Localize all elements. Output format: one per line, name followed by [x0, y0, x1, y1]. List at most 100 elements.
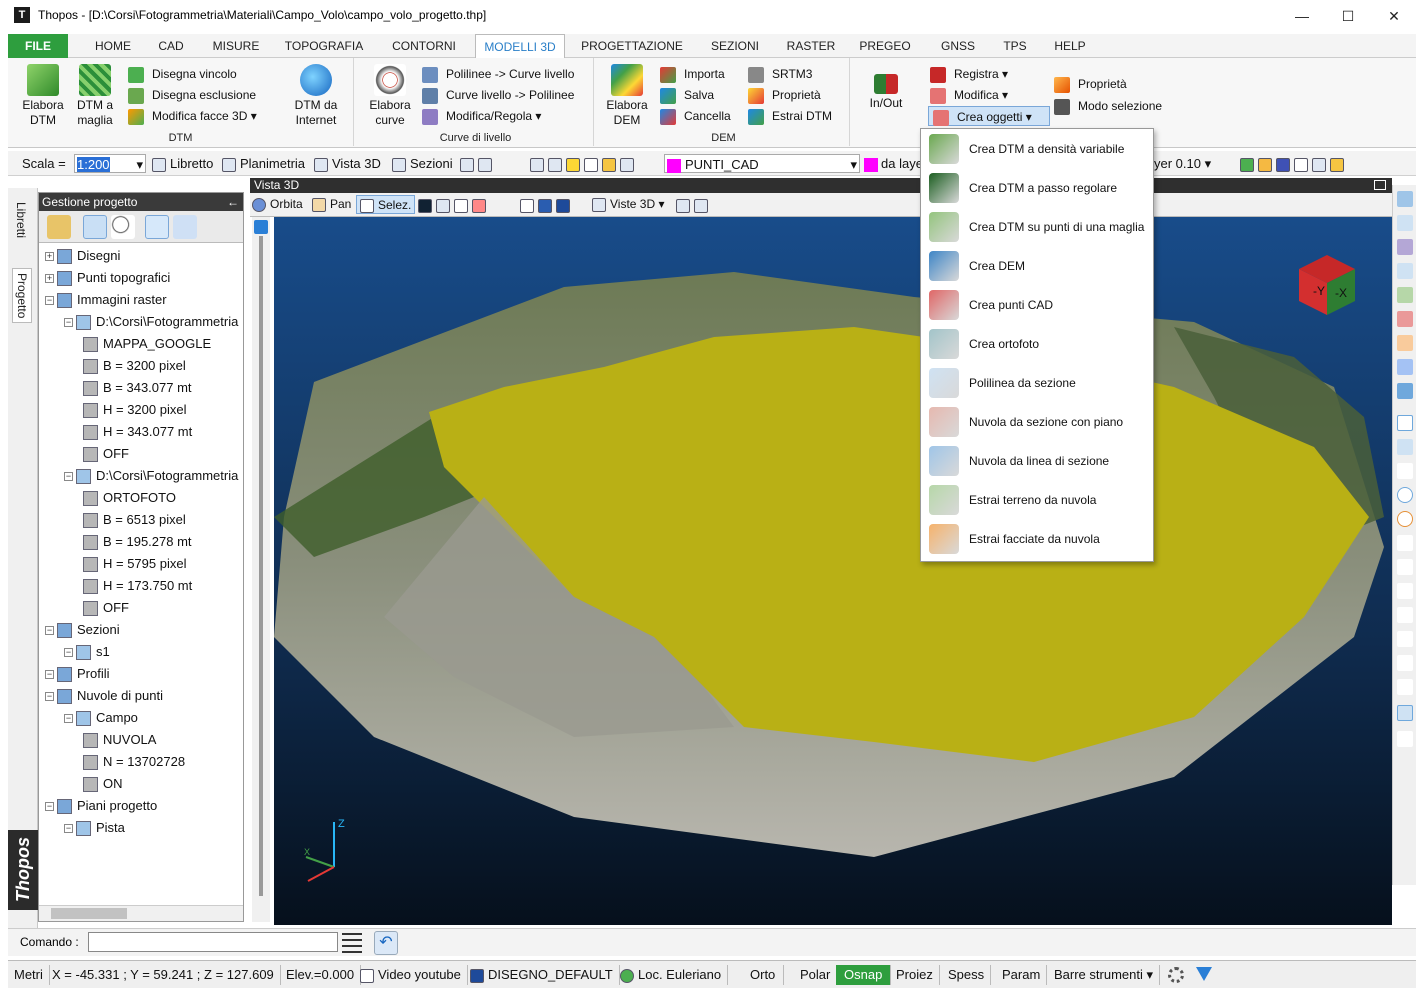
elabora-dtm-button[interactable]: Elabora DTM [16, 62, 70, 128]
history-list-icon[interactable] [342, 933, 362, 953]
loc-status[interactable]: Loc. Euleriano [620, 965, 729, 985]
perpendicular-icon[interactable] [1397, 559, 1413, 575]
filter-icon[interactable] [1196, 967, 1212, 981]
refresh-icon[interactable] [145, 215, 169, 239]
pan-hand-icon[interactable] [1397, 335, 1413, 351]
cloud-snap-icon[interactable] [1397, 705, 1413, 721]
extra-tools[interactable] [676, 195, 712, 214]
barre-strumenti-dropdown[interactable]: Barre strumenti ▾ [1048, 965, 1161, 985]
tab-libretti[interactable]: Libretti [14, 202, 28, 238]
modifica-regola-button[interactable]: Modifica/Regola ▾ [422, 106, 541, 126]
tree-node[interactable]: MAPPA_GOOGLE [83, 333, 211, 355]
tree-node[interactable]: − Profili [45, 663, 110, 685]
command-input[interactable] [88, 932, 338, 952]
intersection-icon[interactable] [1397, 535, 1413, 551]
param-toggle[interactable]: Param [996, 965, 1048, 985]
undo-icon[interactable]: ↶ [374, 931, 398, 955]
menu-item[interactable]: Crea punti CAD [923, 286, 1151, 324]
proprieta-button[interactable]: Proprietà [1054, 74, 1127, 94]
tree-node[interactable]: OFF [83, 443, 129, 465]
inout-button[interactable]: In/Out [858, 72, 914, 111]
crea-oggetti-button[interactable]: Crea oggetti ▾ [928, 106, 1050, 126]
tree-node[interactable]: B = 195.278 mt [83, 531, 192, 553]
expand-toggle-icon[interactable]: − [45, 626, 54, 636]
expand-toggle-icon[interactable]: − [45, 670, 54, 680]
menu-item[interactable]: Nuvola da sezione con piano [923, 403, 1151, 441]
edit-tree-icon[interactable] [47, 215, 71, 239]
tree-node[interactable]: OFF [83, 597, 129, 619]
line-icon[interactable] [1397, 415, 1413, 431]
expand-toggle-icon[interactable]: + [45, 252, 54, 262]
expand-toggle-icon[interactable]: − [45, 692, 54, 702]
importa-button[interactable]: Importa [660, 64, 725, 84]
salva-button[interactable]: Salva [660, 85, 714, 105]
snap-icon[interactable] [1397, 383, 1413, 399]
vista3d-button[interactable]: Vista 3D [314, 154, 381, 173]
tree-node[interactable]: + Disegni [45, 245, 120, 267]
regen-icon[interactable] [1397, 359, 1413, 375]
tree-node[interactable]: − Piani progetto [45, 795, 157, 817]
tree-node[interactable]: N = 13702728 [83, 751, 185, 773]
zoom-extents-icon[interactable] [1397, 287, 1413, 303]
menu-item[interactable]: Crea DTM su punti di una maglia [923, 208, 1151, 246]
close-button[interactable]: ✕ [1371, 0, 1417, 32]
tree-node[interactable]: B = 343.077 mt [83, 377, 192, 399]
tree-node[interactable]: ON [83, 773, 123, 795]
tab-modelli-3d[interactable]: MODELLI 3D [475, 34, 565, 58]
menu-item[interactable]: Crea DTM a passo regolare [923, 169, 1151, 207]
view-cube[interactable]: -Y -X [1299, 255, 1355, 315]
menu-item[interactable]: Polilinea da sezione [923, 364, 1151, 402]
tree-node[interactable]: H = 173.750 mt [83, 575, 192, 597]
sync-icon[interactable] [173, 215, 197, 239]
tab-help[interactable]: HELP [1046, 34, 1094, 58]
expand-toggle-icon[interactable]: − [45, 802, 54, 812]
maximize-view-icon[interactable] [1374, 180, 1386, 190]
video-youtube-link[interactable]: Video youtube [360, 965, 468, 985]
menu-item[interactable]: Crea DEM [923, 247, 1151, 285]
planimetria-button[interactable]: Planimetria [222, 154, 305, 173]
srtm3-button[interactable]: SRTM3 [748, 64, 812, 84]
disegno-status[interactable]: DISEGNO_DEFAULT [470, 965, 620, 985]
node-icon[interactable] [1397, 679, 1413, 695]
zoom-out-icon[interactable] [1397, 263, 1413, 279]
minimize-button[interactable]: — [1279, 0, 1325, 32]
polar-toggle[interactable]: Polar [792, 965, 840, 985]
parallel-icon[interactable] [1397, 631, 1413, 647]
zoom-101-icon[interactable] [1397, 239, 1413, 255]
zoom-in-icon[interactable] [1397, 215, 1413, 231]
tree-node[interactable]: − Nuvole di punti [45, 685, 163, 707]
tree-node[interactable]: NUVOLA [83, 729, 156, 751]
tree-node[interactable]: ORTOFOTO [83, 487, 176, 509]
3d-viewport[interactable]: -Y -X Z X [274, 217, 1392, 925]
select-tree-icon[interactable] [83, 215, 107, 239]
menu-item[interactable]: Crea DTM a densità variabile [923, 130, 1151, 168]
selez-button[interactable]: Selez. [356, 195, 416, 214]
proprieta-dem-button[interactable]: Proprietà [748, 85, 821, 105]
libretto-button[interactable]: Libretto [152, 154, 213, 173]
tree-node[interactable]: − D:\Corsi\Fotogrammetria [64, 311, 238, 333]
menu-item[interactable]: Estrai terreno da nuvola [923, 481, 1151, 519]
elabora-dem-button[interactable]: Elabora DEM [600, 62, 654, 128]
estrai-dtm-button[interactable]: Estrai DTM [748, 106, 832, 126]
elabora-curve-button[interactable]: Elabora curve [364, 62, 416, 128]
tab-pregeo[interactable]: PREGEO [854, 34, 916, 58]
cube-views[interactable] [520, 195, 574, 214]
thickness-select[interactable]: yer 0.10 ▾ [1154, 154, 1230, 173]
quadrant-icon[interactable] [1397, 511, 1413, 527]
midpoint-icon[interactable] [1397, 655, 1413, 671]
tree-node[interactable]: − Pista [64, 817, 125, 839]
expand-toggle-icon[interactable]: + [45, 274, 54, 284]
file-tools[interactable] [1240, 154, 1348, 173]
tree-node[interactable]: − s1 [64, 641, 110, 663]
dtm-maglia-button[interactable]: DTM a maglia [70, 62, 120, 128]
tab-misure[interactable]: MISURE [204, 34, 268, 58]
proiez-toggle[interactable]: Proiez [890, 965, 940, 985]
pan-button[interactable]: Pan [312, 195, 351, 214]
dtm-internet-button[interactable]: DTM da Internet [286, 62, 346, 128]
disegna-vincolo-button[interactable]: Disegna vincolo [128, 64, 237, 84]
tree-node[interactable]: − D:\Corsi\Fotogrammetria [64, 465, 238, 487]
sezioni-button[interactable]: Sezioni [392, 154, 453, 173]
tree-node[interactable]: + Punti topografici [45, 267, 170, 289]
horizontal-scrollbar[interactable] [39, 905, 243, 921]
modo-selezione-button[interactable]: Modo selezione [1054, 96, 1162, 116]
